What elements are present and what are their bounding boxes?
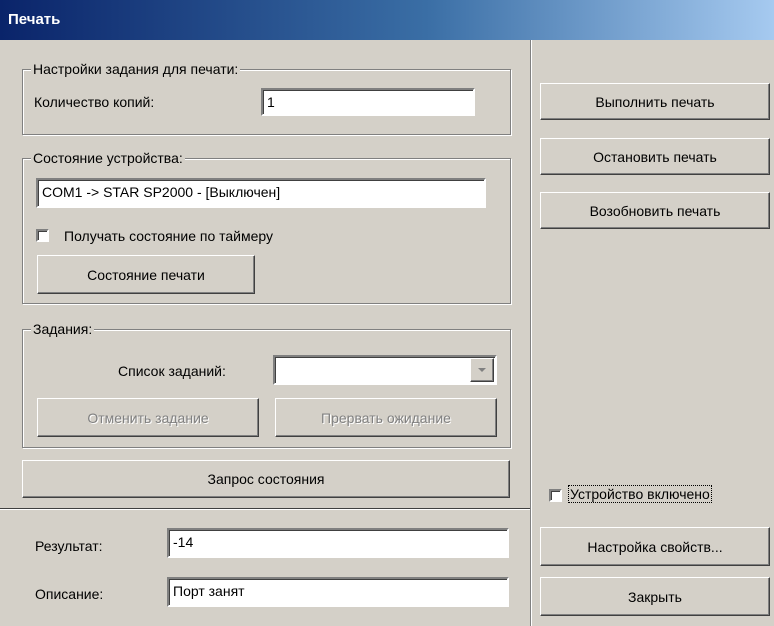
device-enabled-label[interactable]: Устройство включено <box>568 485 712 503</box>
copies-label: Количество копий: <box>34 94 155 110</box>
execute-print-button-label: Выполнить печать <box>595 93 715 110</box>
execute-print-button[interactable]: Выполнить печать <box>540 83 770 120</box>
abort-wait-button-label: Прервать ожидание <box>321 409 451 426</box>
timer-checkbox[interactable] <box>36 229 49 242</box>
stop-print-button[interactable]: Остановить печать <box>540 138 770 175</box>
query-status-button-label: Запрос состояния <box>207 471 325 487</box>
jobs-legend: Задания: <box>31 321 95 337</box>
jobs-list-dropdown-button[interactable] <box>470 358 494 382</box>
copies-input[interactable]: 1 <box>261 88 475 116</box>
properties-button-label: Настройка свойств... <box>587 538 723 555</box>
jobs-list-label: Список заданий: <box>118 363 226 379</box>
close-button-label: Закрыть <box>628 588 682 605</box>
device-enabled-checkbox[interactable] <box>549 489 562 502</box>
resume-print-button-label: Возобновить печать <box>589 202 721 219</box>
print-state-button[interactable]: Состояние печати <box>37 255 255 294</box>
abort-wait-button[interactable]: Прервать ожидание <box>275 398 497 437</box>
print-state-button-label: Состояние печати <box>87 266 205 283</box>
cancel-job-button[interactable]: Отменить задание <box>37 398 259 437</box>
properties-button[interactable]: Настройка свойств... <box>540 527 770 566</box>
description-field[interactable]: Порт занят <box>167 577 509 607</box>
close-button[interactable]: Закрыть <box>540 577 770 616</box>
description-label: Описание: <box>35 586 104 602</box>
result-field[interactable]: -14 <box>167 528 509 558</box>
device-state-legend: Состояние устройства: <box>31 150 185 166</box>
cancel-job-button-label: Отменить задание <box>87 409 209 426</box>
result-label: Результат: <box>35 538 103 554</box>
window-title: Печать <box>8 11 61 28</box>
query-status-button[interactable]: Запрос состояния <box>22 460 510 498</box>
resume-print-button[interactable]: Возобновить печать <box>540 192 770 229</box>
job-settings-legend: Настройки задания для печати: <box>31 61 241 77</box>
title-bar: Печать <box>0 0 774 40</box>
jobs-list-select[interactable] <box>273 355 497 385</box>
chevron-down-icon <box>478 368 486 372</box>
stop-print-button-label: Остановить печать <box>593 148 717 165</box>
timer-checkbox-label[interactable]: Получать состояние по таймеру <box>64 228 273 244</box>
device-status-field[interactable]: COM1 -> STAR SP2000 - [Выключен] <box>36 178 486 208</box>
